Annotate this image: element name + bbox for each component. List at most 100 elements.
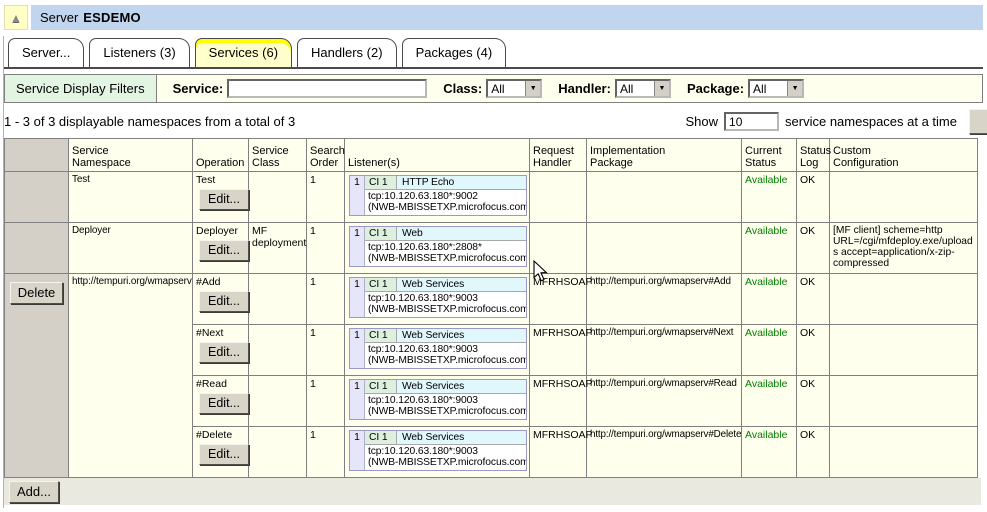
header-action [5,139,69,172]
package-select[interactable]: All ▼ [748,79,804,98]
listener-index: 1 [350,431,365,470]
service-filter-label: Service: [173,81,224,96]
edit-button[interactable]: Edit... [199,342,249,363]
listener-ci: CI 1 [365,380,397,393]
implementation-package-cell [587,172,742,223]
filter-bar-title: Service Display Filters [5,75,157,102]
operation-label: Deployer [196,225,245,237]
current-status-cell: Available [742,427,797,478]
header-search-order: Search Order [307,139,345,172]
listener-address: tcp:10.120.63.180*:9002 [368,191,523,202]
request-handler-cell: MFRHSOAP [530,427,587,478]
implementation-package-cell: http://tempuri.org/wmapserv#Next [587,325,742,376]
operation-label: #Add [196,276,245,288]
add-button[interactable]: Add... [9,481,59,503]
listener-ci: CI 1 [365,278,397,291]
listener-box: 1 CI 1 Web tcp:10.120.63.180*:2808* (NWB… [349,226,527,267]
tab-handlers[interactable]: Handlers (2) [297,38,397,67]
operation-label: #Next [196,327,245,339]
request-handler-cell [530,172,587,223]
show-suffix-label: service namespaces at a time [785,114,957,129]
show-count-input[interactable] [724,112,779,131]
tab-server[interactable]: Server... [8,38,84,67]
custom-configuration-cell [830,274,978,325]
delete-button[interactable]: Delete [10,282,64,304]
listeners-cell: 1 CI 1 Web Services tcp:10.120.63.180*:9… [345,376,530,427]
listener-box: 1 CI 1 HTTP Echo tcp:10.120.63.180*:9002… [349,175,527,216]
package-filter-label: Package: [687,81,744,96]
operation-cell: #Delete Edit... [193,427,249,478]
operation-cell: Deployer Edit... [193,223,249,274]
edit-button[interactable]: Edit... [199,444,249,465]
search-order-cell: 1 [307,325,345,376]
implementation-package-cell: http://tempuri.org/wmapserv#Add [587,274,742,325]
search-order-cell: 1 [307,427,345,478]
edit-button[interactable]: Edit... [199,189,249,210]
request-handler-cell: MFRHSOAP [530,325,587,376]
service-namespace-cell: Deployer [69,223,193,274]
current-status-cell: Available [742,172,797,223]
tab-strip: Server... Listeners (3) Services (6) Han… [4,39,983,69]
server-name: ESDEMO [83,10,141,25]
up-triangle-icon: ▲ [10,12,22,24]
service-namespace-cell: Test [69,172,193,223]
listener-box: 1 CI 1 Web Services tcp:10.120.63.180*:9… [349,430,527,471]
chevron-down-icon[interactable]: ▼ [654,81,669,96]
listener-name: Web [397,227,526,240]
status-log-cell: OK [797,427,830,478]
tab-packages[interactable]: Packages (4) [402,38,507,67]
next-page-button[interactable] [969,109,987,134]
listener-index: 1 [350,278,365,317]
listener-index: 1 [350,380,365,419]
tab-listeners[interactable]: Listeners (3) [89,38,189,67]
header-operation: Operation [193,139,249,172]
show-label: Show [686,114,719,129]
listener-address: tcp:10.120.63.180*:2808* [368,242,523,253]
listener-ci: CI 1 [365,227,397,240]
status-log-cell: OK [797,325,830,376]
implementation-package-cell: http://tempuri.org/wmapserv#Delete [587,427,742,478]
listener-address: tcp:10.120.63.180*:9003 [368,344,523,355]
service-class-cell [249,274,307,325]
custom-configuration-cell [830,325,978,376]
edit-button[interactable]: Edit... [199,393,249,414]
listener-host: (NWB-MBISSETXP.microfocus.com) [368,253,523,264]
tab-services[interactable]: Services (6) [195,38,292,67]
listeners-cell: 1 CI 1 Web Services tcp:10.120.63.180*:9… [345,274,530,325]
class-select[interactable]: All ▼ [486,79,542,98]
table-row: Deployer Deployer Edit... MF deployment … [5,223,978,274]
custom-configuration-cell [830,427,978,478]
status-log-cell: OK [797,172,830,223]
listener-name: HTTP Echo [397,176,526,189]
operation-cell: #Read Edit... [193,376,249,427]
service-class-cell [249,427,307,478]
listener-box: 1 CI 1 Web Services tcp:10.120.63.180*:9… [349,379,527,420]
custom-configuration-cell: [MF client] scheme=http URL=/cgi/mfdeplo… [830,223,978,274]
current-status-cell: Available [742,274,797,325]
status-log-cell: OK [797,274,830,325]
request-handler-cell [530,223,587,274]
service-namespace-cell: http://tempuri.org/wmapserv [69,274,193,478]
operation-cell: #Add Edit... [193,274,249,325]
implementation-package-cell [587,223,742,274]
collapse-toggle-button[interactable]: ▲ [4,5,28,30]
header-service-namespace: Service Namespace [69,139,193,172]
handler-select[interactable]: All ▼ [615,79,671,98]
service-class-cell [249,376,307,427]
operation-label: #Delete [196,429,245,441]
listeners-cell: 1 CI 1 Web Services tcp:10.120.63.180*:9… [345,325,530,376]
listeners-cell: 1 CI 1 Web Services tcp:10.120.63.180*:9… [345,427,530,478]
chevron-down-icon[interactable]: ▼ [525,81,540,96]
service-filter-input[interactable] [227,79,427,98]
edit-button[interactable]: Edit... [199,240,249,261]
package-select-value: All [750,81,787,96]
server-label: Server [40,10,78,25]
chevron-down-icon[interactable]: ▼ [787,81,802,96]
search-order-cell: 1 [307,223,345,274]
current-status-cell: Available [742,223,797,274]
status-log-cell: OK [797,376,830,427]
bottom-action-strip: Add... [4,478,981,505]
edit-button[interactable]: Edit... [199,291,249,312]
listener-host: (NWB-MBISSETXP.microfocus.com) [368,304,523,315]
row-action-cell [5,223,69,274]
